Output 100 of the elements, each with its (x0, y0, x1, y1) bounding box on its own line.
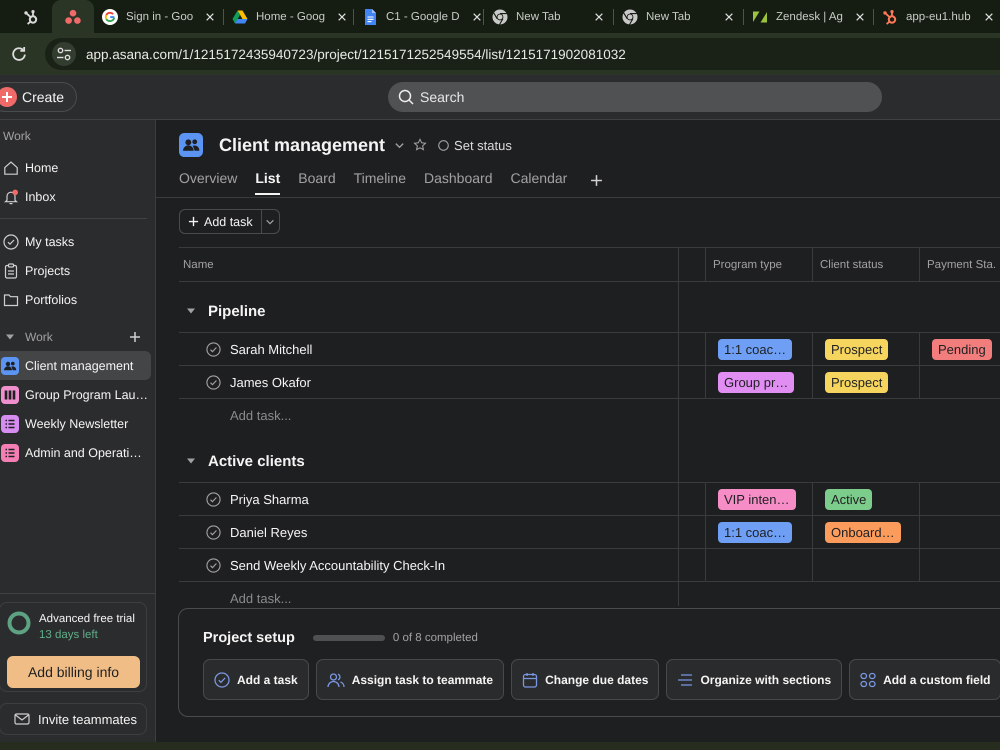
program-type-tag[interactable]: Group pr… (718, 372, 794, 392)
section-label: Work (2, 128, 31, 145)
browser-tab[interactable]: New Tab (614, 0, 744, 33)
progress-text: 0 of 8 completed (392, 632, 478, 644)
close-icon (472, 12, 482, 22)
section-title: Active clients (208, 452, 305, 470)
setup-action-button[interactable]: Change due dates (511, 659, 660, 700)
view-tab[interactable]: Board (298, 165, 336, 195)
program-type-tag[interactable]: 1:1 coac… (718, 338, 792, 360)
task-name[interactable]: Priya Sharma (230, 492, 309, 506)
browser-tab[interactable]: C1 - Google D (354, 0, 484, 33)
client-status-tag[interactable]: Onboard… (825, 522, 901, 542)
trial-remaining: 13 days left (39, 628, 99, 643)
circle-icon (438, 140, 450, 150)
plus-icon[interactable] (590, 174, 604, 186)
column-header[interactable]: Client status (820, 258, 884, 270)
browser-tab[interactable]: New Tab (484, 0, 614, 33)
view-tab[interactable]: Timeline (354, 165, 406, 195)
colored-g-icon (102, 8, 118, 24)
check-circle-icon (3, 234, 19, 250)
people-icon (326, 672, 345, 688)
check-circle-icon[interactable] (206, 558, 221, 572)
project-item[interactable]: Weekly Newsletter (0, 409, 151, 438)
two-triangles-icon (752, 8, 768, 24)
nav-item[interactable]: Projects (0, 256, 151, 285)
add-task-link[interactable]: Add task... (230, 408, 292, 423)
check-circle-icon[interactable] (206, 374, 221, 390)
nav-item[interactable]: My tasks (0, 227, 151, 256)
team-section-label: Work (25, 330, 53, 344)
view-tab[interactable]: Overview (179, 165, 238, 195)
reload-icon[interactable] (10, 45, 28, 63)
program-type-tag[interactable]: VIP inten… (718, 488, 796, 510)
check-circle-icon[interactable] (206, 524, 221, 540)
billing-button[interactable]: Add billing info (7, 656, 140, 688)
close-icon (724, 12, 734, 22)
check-circle-icon[interactable] (206, 492, 221, 506)
set-status-button[interactable]: Set status (438, 138, 512, 152)
view-tab[interactable]: List (255, 165, 280, 195)
add-task-link[interactable]: Add task... (230, 591, 292, 606)
browser-tab[interactable]: Home - Goog (224, 0, 354, 33)
browser-logo-icon (492, 8, 508, 24)
ring-icon (7, 611, 31, 635)
mail-icon (14, 711, 30, 727)
search-icon (398, 89, 414, 105)
caret-icon[interactable] (186, 456, 196, 466)
address-field[interactable]: app.asana.com/1/1215172435940723/project/1215171252549554/list/1215171902081032 (45, 38, 1000, 70)
tune-icon[interactable] (52, 42, 76, 66)
section-title: Pipeline (208, 302, 266, 320)
view-tab[interactable]: Calendar (510, 165, 568, 195)
view-tab[interactable]: Dashboard (424, 165, 492, 195)
project-item[interactable]: Group Program Lau… (0, 380, 151, 409)
nav-item[interactable]: Home (0, 153, 151, 182)
grid-icon (860, 672, 876, 688)
project-item[interactable]: Client management (0, 351, 151, 380)
task-name[interactable]: Sarah Mitchell (230, 342, 312, 356)
search-field[interactable]: Search (388, 82, 882, 112)
close-icon (205, 12, 216, 22)
client-status-tag[interactable]: Prospect (825, 372, 888, 392)
setup-action-button[interactable]: Add a task (203, 659, 309, 700)
trial-title: Advanced free trial (39, 612, 135, 627)
column-header[interactable]: Program type (713, 258, 782, 270)
task-name[interactable]: James Okafor (230, 374, 311, 390)
close-icon (337, 12, 348, 22)
task-name[interactable]: Daniel Reyes (230, 524, 308, 540)
nav-item[interactable]: Portfolios (0, 285, 151, 314)
browser-tab[interactable]: Sign in - Goo (94, 0, 224, 33)
check-circle-icon (214, 672, 230, 688)
setup-action-button[interactable]: Add a custom field (849, 659, 1000, 700)
column-header[interactable]: Name (183, 258, 214, 270)
browser-tab[interactable]: Zendesk | Ag (744, 0, 874, 33)
column-header[interactable]: Payment Sta. (927, 258, 996, 270)
browser-logo-icon (622, 8, 638, 24)
setup-title: Project setup (203, 630, 295, 646)
program-type-tag[interactable]: 1:1 coac… (718, 522, 792, 542)
sprocket-icon (882, 8, 898, 24)
close-icon (594, 12, 604, 22)
project-item[interactable]: Admin and Operati… (0, 438, 151, 467)
payment-status-tag[interactable]: Pending (932, 338, 992, 360)
document-icon (362, 8, 378, 24)
caret-icon[interactable] (186, 306, 196, 316)
caret-icon[interactable] (5, 332, 15, 342)
lines-icon (677, 672, 694, 688)
three-dots-icon (65, 8, 81, 24)
client-status-tag[interactable]: Prospect (825, 338, 888, 360)
plus-icon (188, 216, 199, 227)
nav-item[interactable]: Inbox (0, 182, 151, 211)
check-circle-icon[interactable] (206, 342, 221, 356)
star-icon[interactable] (413, 138, 428, 152)
invite-button[interactable]: Invite teammates (0, 703, 147, 735)
create-button[interactable]: Create (0, 82, 78, 112)
setup-action-button[interactable]: Organize with sections (666, 659, 842, 700)
browser-tab[interactable]: app-eu1.hub (874, 0, 1000, 33)
close-icon (984, 12, 994, 22)
project-title: Client management (219, 134, 386, 156)
client-status-tag[interactable]: Active (825, 488, 872, 510)
browser-tab[interactable] (52, 0, 94, 33)
setup-action-button[interactable]: Assign task to teammate (316, 659, 504, 700)
plus-icon[interactable] (129, 331, 141, 343)
calendar-icon (522, 672, 538, 688)
task-name[interactable]: Send Weekly Accountability Check-In (230, 558, 446, 572)
